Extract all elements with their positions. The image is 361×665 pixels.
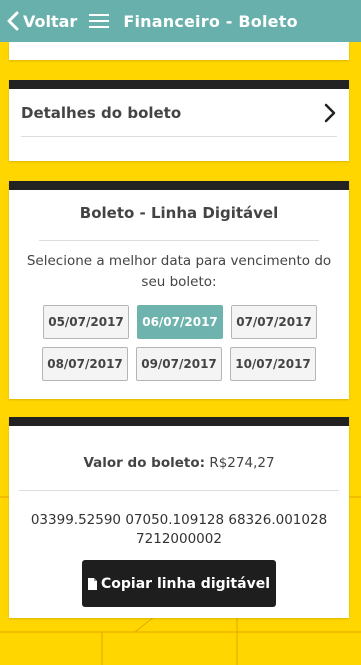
document-icon bbox=[88, 577, 97, 590]
copy-button-label: Copiar linha digitável bbox=[101, 575, 270, 592]
page-title: Financeiro - Boleto bbox=[123, 11, 298, 31]
linha-card-title: Boleto - Linha Digitável bbox=[79, 204, 279, 222]
chevron-right-icon bbox=[324, 103, 336, 122]
date-option-button[interactable]: 05/07/2017 bbox=[43, 305, 129, 339]
card-top-bar bbox=[9, 417, 349, 426]
date-option-button[interactable]: 10/07/2017 bbox=[230, 347, 316, 381]
date-option-button[interactable]: 07/07/2017 bbox=[231, 305, 317, 339]
details-card: Detalhes do boleto bbox=[9, 80, 349, 161]
app-header: Voltar Financeiro - Boleto bbox=[0, 0, 361, 42]
details-row[interactable]: Detalhes do boleto bbox=[21, 89, 337, 137]
valor-card: Valor do boleto: R$274,27 03399.52590 07… bbox=[9, 417, 349, 618]
date-option-button[interactable]: 08/07/2017 bbox=[42, 347, 128, 381]
copy-linha-button[interactable]: Copiar linha digitável bbox=[82, 560, 276, 607]
chevron-left-icon bbox=[7, 11, 19, 31]
valor-row: Valor do boleto: R$274,27 bbox=[9, 455, 349, 471]
divider bbox=[39, 240, 319, 241]
linha-digitavel-card: Boleto - Linha Digitável Selecione a mel… bbox=[9, 181, 349, 399]
date-instruction: Selecione a melhor data para vencimento … bbox=[26, 253, 332, 290]
card-top-bar bbox=[9, 181, 349, 190]
card-top-bar bbox=[9, 80, 349, 89]
valor-label: Valor do boleto: bbox=[83, 455, 206, 471]
divider bbox=[19, 490, 339, 491]
linha-digitavel-text: 03399.52590 07050.109128 68326.001028 72… bbox=[30, 512, 328, 547]
back-button[interactable]: Voltar bbox=[6, 10, 77, 32]
valor-value: R$274,27 bbox=[209, 455, 275, 471]
date-option-button[interactable]: 09/07/2017 bbox=[136, 347, 222, 381]
back-label: Voltar bbox=[23, 11, 78, 31]
details-label: Detalhes do boleto bbox=[21, 103, 182, 122]
date-option-button-selected[interactable]: 06/07/2017 bbox=[137, 305, 223, 339]
hamburger-menu-icon[interactable] bbox=[89, 12, 110, 30]
